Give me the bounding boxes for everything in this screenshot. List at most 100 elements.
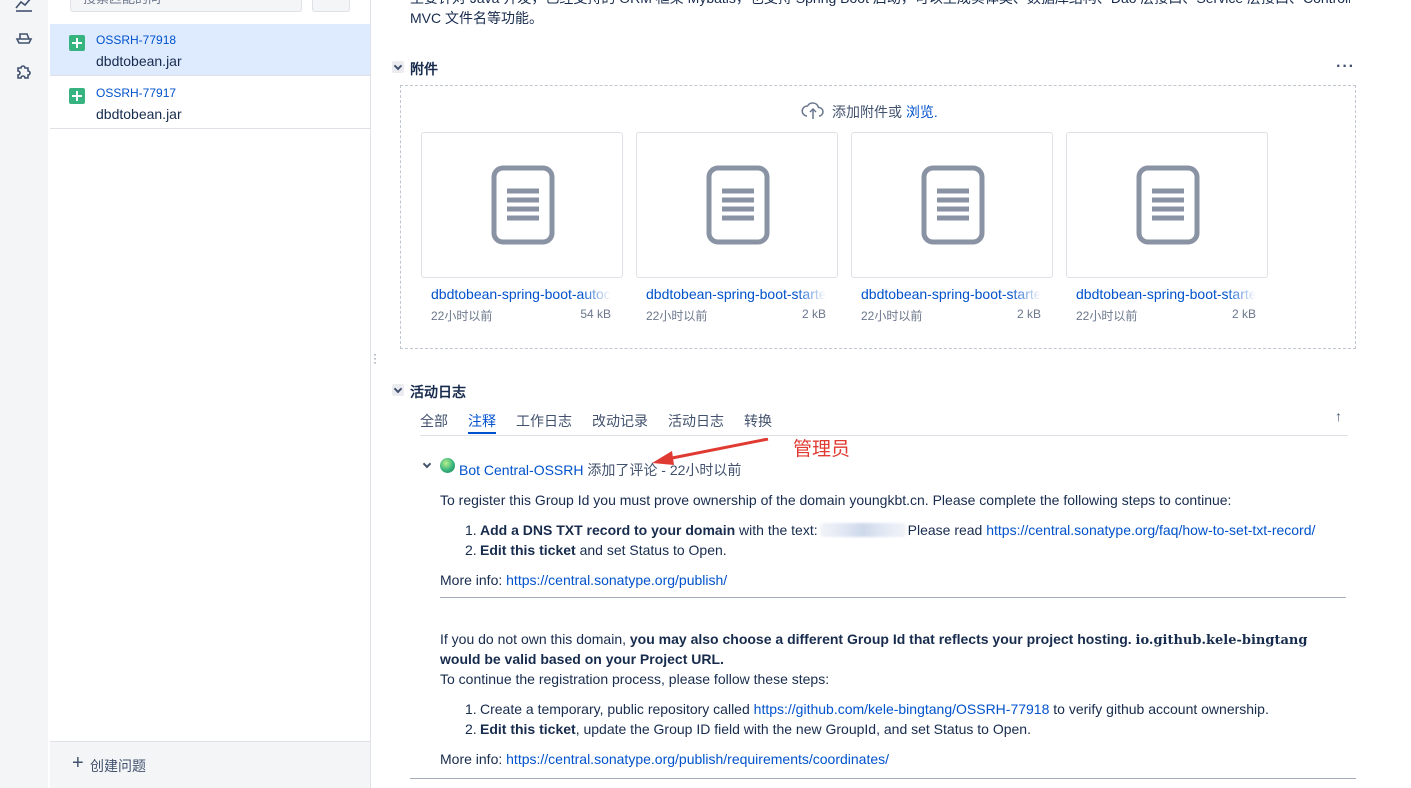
attachments-more-button[interactable]: ··· [1336,58,1355,76]
list-item: 2. Edit this ticket, update the Group ID … [465,719,1269,739]
bold-text: you may also choose a different Group Id… [629,631,1136,647]
sort-order-icon[interactable]: ↑ [1335,408,1342,424]
create-issue-button[interactable]: + 创建问题 [50,741,370,788]
more-info-line: More info: https://central.sonatype.org/… [440,570,727,590]
attachment-filename-link[interactable]: dbdtobean-spring-boot-starter.pom [646,286,826,302]
attachment-size: 2 kB [1016,307,1041,321]
attachment-meta: 22小时以前 54 kB [431,307,611,324]
addons-puzzle-icon[interactable] [13,60,35,82]
description-line: 主要针对 Java 开发，已经支持的 ORM 框架 Mybatis，也支持 Sp… [410,0,1350,8]
issue-key[interactable]: OSSRH-77918 [96,33,176,47]
plain-text: with the text: [735,522,818,538]
attachment-meta: 22小时以前 2 kB [861,307,1041,324]
comment-author-link[interactable]: Bot Central-OSSRH [459,462,583,478]
attachment-filename-link[interactable]: dbdtobean-spring-boot-starter-sources.ja… [1076,286,1256,302]
attachment-size: 54 kB [580,307,611,321]
bold-text: Add a DNS TXT record to your domain [480,522,736,538]
plus-icon: + [72,752,84,774]
collapse-comment-icon[interactable] [423,461,431,469]
attachment-meta: 22小时以前 2 kB [1076,307,1256,324]
document-icon [491,165,555,245]
attachments-title: 附件 [410,61,438,77]
chevron-down-icon[interactable] [392,61,404,73]
txt-record-help-link[interactable]: https://central.sonatype.org/faq/how-to-… [986,522,1315,538]
attachment-time: 22小时以前 [646,309,708,323]
browse-link[interactable]: 浏览. [906,104,938,120]
divider [440,597,1346,598]
attachment-size: 2 kB [801,307,826,321]
plain-text: Create a temporary, public repository ca… [480,701,754,717]
attachment-filename-link[interactable]: dbdtobean-spring-boot-autoconfigure.jar [431,286,611,302]
attachment-thumbnail[interactable] [636,132,838,278]
chevron-down-icon[interactable] [392,384,404,396]
comment-paragraph: To register this Group Id you must prove… [440,492,1232,508]
github-repo-link[interactable]: https://github.com/kele-bingtang/OSSRH-7… [754,701,1050,717]
description-line: MVC 文件名等功能。 [410,10,543,26]
plain-text: Please read [907,522,987,538]
steps-list: 1. Create a temporary, public repository … [465,699,1269,739]
bold-text: Edit this ticket [480,721,576,737]
ship-icon[interactable] [13,26,35,48]
list-item: 2. Edit this ticket and set Status to Ope… [465,540,1315,560]
attachment-thumbnail[interactable] [1066,132,1268,278]
panel-resize-handle[interactable]: · · · [373,348,377,368]
left-nav-rail [0,0,48,788]
annotation-label: 管理员 [793,439,851,460]
tab-history[interactable]: 改动记录 [592,411,648,431]
cloud-upload-icon [801,102,824,119]
reports-icon[interactable] [13,0,35,14]
issue-summary: dbdtobean.jar [96,53,182,69]
list-number: 2. [465,721,477,737]
divider [410,778,1356,779]
tab-comments[interactable]: 注释 [468,411,496,434]
plain-text: and set Status to Open. [575,542,727,558]
attachment-time: 22小时以前 [431,309,493,323]
tab-all[interactable]: 全部 [420,411,448,431]
issue-list-item[interactable]: OSSRH-77918 dbdtobean.jar [50,24,370,76]
tab-transitions[interactable]: 转换 [744,411,772,431]
attachment-filename-link[interactable]: dbdtobean-spring-boot-starter.jar [861,286,1041,302]
comment-paragraph: To continue the registration process, pl… [440,671,830,687]
issue-list-panel: 搜索匹配的问 OSSRH-77918 dbdtobean.jar OSSRH-7… [50,0,371,788]
sort-button[interactable] [312,0,350,12]
activity-title: 活动日志 [410,384,466,400]
attachment-drop-text: 添加附件或 浏览. [832,102,938,122]
plain-text: If you do not own this domain, [440,631,630,647]
list-item: 1. Create a temporary, public repository … [465,699,1269,719]
document-icon [921,165,985,245]
plain-text: , update the Group ID field with the new… [575,721,1031,737]
list-item: 1. Add a DNS TXT record to your domain wi… [465,520,1315,540]
attachment-size: 2 kB [1231,307,1256,321]
attachment-time: 22小时以前 [1076,309,1138,323]
avatar [440,458,455,473]
attachment-thumbnail[interactable] [421,132,623,278]
new-feature-icon [69,88,85,104]
tab-activity[interactable]: 活动日志 [668,411,724,431]
drop-label: 添加附件或 [832,104,902,120]
more-info-line: More info: https://central.sonatype.org/… [440,749,889,769]
comment-paragraph: If you do not own this domain, you may a… [440,629,1307,651]
more-info-label: More info: [440,751,507,767]
comment-action: 添加了评论 [587,462,658,478]
issue-description: 主要针对 Java 开发，已经支持的 ORM 框架 Mybatis，也支持 Sp… [410,0,1350,28]
redacted-value [819,523,906,537]
tab-worklog[interactable]: 工作日志 [516,411,572,431]
more-info-label: More info: [440,572,507,588]
coordinates-guide-link[interactable]: https://central.sonatype.org/publish/req… [506,751,889,767]
document-icon [1136,165,1200,245]
comment-paragraph: would be valid based on your Project URL… [440,651,724,667]
issue-summary: dbdtobean.jar [96,106,182,122]
list-number: 1. [465,522,477,538]
bold-text: Edit this ticket [480,542,576,558]
issue-search-input[interactable]: 搜索匹配的问 [70,0,302,12]
list-number: 1. [465,701,477,717]
issue-list-item[interactable]: OSSRH-77917 dbdtobean.jar [50,77,370,129]
group-id-code: io.github.kele-bingtang [1135,633,1308,648]
issue-key[interactable]: OSSRH-77917 [96,86,176,100]
steps-list: 1. Add a DNS TXT record to your domain wi… [465,520,1315,560]
new-feature-icon [69,35,85,51]
document-icon [706,165,770,245]
annotation-arrow-icon [652,438,769,465]
publish-guide-link[interactable]: https://central.sonatype.org/publish/ [506,572,727,588]
attachment-thumbnail[interactable] [851,132,1053,278]
